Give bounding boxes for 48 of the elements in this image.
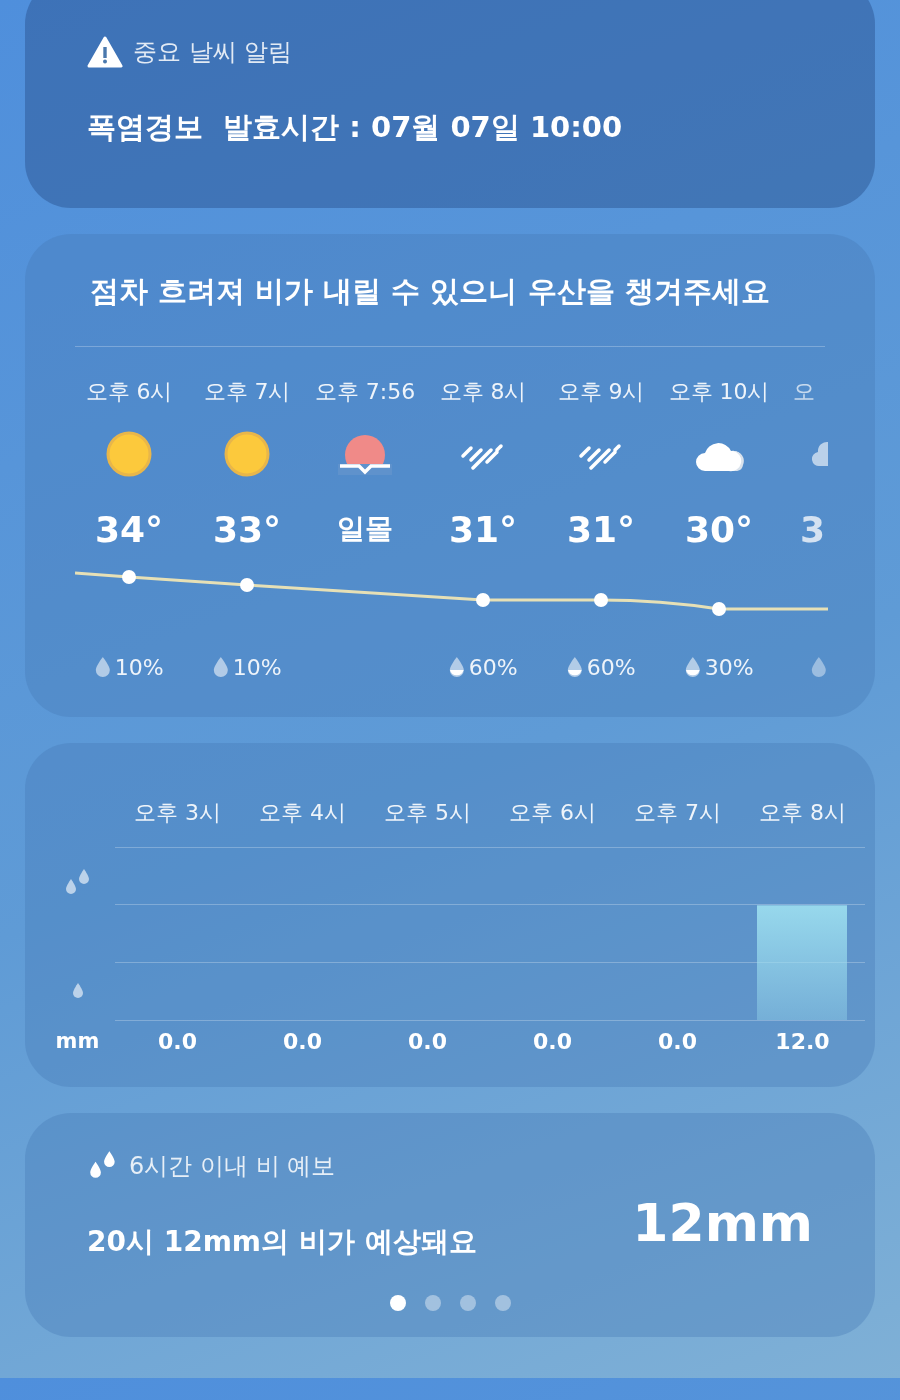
temperature: 3 xyxy=(800,508,826,550)
hour-label: 오 xyxy=(793,378,815,406)
page-dot[interactable] xyxy=(459,1295,476,1311)
precipitation-chance: 10% xyxy=(232,654,282,680)
rain-forecast-message: 20시 12mm의 비가 예상돼요 xyxy=(87,1224,477,1260)
sunset-icon xyxy=(338,433,392,475)
rainfall-value: 12.0 xyxy=(775,1028,830,1054)
precipitation-chance: 60% xyxy=(468,654,518,680)
temperature: 31° xyxy=(566,508,636,550)
hour-label: 오후 6시 xyxy=(85,378,173,406)
page-dot[interactable] xyxy=(494,1295,511,1311)
precipitation-chance: 60% xyxy=(586,654,636,680)
hour-label: 오후 8시 xyxy=(439,378,527,406)
temperature: 30° xyxy=(684,508,754,550)
warning-icon xyxy=(87,36,123,68)
hour-label: 오후 3시 xyxy=(134,799,221,827)
rainfall-value: 0.0 xyxy=(533,1028,572,1054)
page-dot[interactable] xyxy=(389,1295,406,1311)
unit-label: mm xyxy=(55,1029,100,1053)
sunset-label: 일몰 xyxy=(337,511,393,547)
hour-label: 오후 4시 xyxy=(259,799,346,827)
rain-amount: 12mm xyxy=(632,1193,813,1253)
hour-label: 오후 9시 xyxy=(557,378,645,406)
alert-title: 중요 날씨 알림 xyxy=(133,37,293,68)
hour-label: 오후 5시 xyxy=(384,799,471,827)
temperature: 34° xyxy=(94,508,164,550)
rain-forecast-title: 6시간 이내 비 예보 xyxy=(129,1151,336,1182)
alert-headline: 폭염경보 발효시간 : 07월 07일 10:00 xyxy=(87,109,624,146)
hour-label: 오후 6시 xyxy=(509,799,596,827)
temperature: 31° xyxy=(448,508,518,550)
rainfall-value: 0.0 xyxy=(283,1028,322,1054)
temperature: 33° xyxy=(212,508,282,550)
cloud-icon xyxy=(812,440,828,468)
sun-icon xyxy=(106,431,152,477)
page-dot[interactable] xyxy=(424,1295,441,1311)
rainfall-value: 0.0 xyxy=(158,1028,197,1054)
sun-icon xyxy=(224,431,270,477)
precipitation-chance: 30% xyxy=(704,654,754,680)
rainfall-value: 0.0 xyxy=(408,1028,447,1054)
hour-label: 오후 7시 xyxy=(203,378,291,406)
rainfall-value: 0.0 xyxy=(658,1028,697,1054)
hour-label: 오후 7시 xyxy=(634,799,721,827)
forecast-summary: 점차 흐려져 비가 내릴 수 있으니 우산을 챙겨주세요 xyxy=(89,273,771,310)
hour-label: 오후 7:56 xyxy=(314,378,416,406)
precipitation-chance: 10% xyxy=(114,654,164,680)
hour-label: 오후 8시 xyxy=(759,799,846,827)
hour-label: 오후 10시 xyxy=(668,378,770,406)
raindrop-icon xyxy=(70,981,85,1001)
